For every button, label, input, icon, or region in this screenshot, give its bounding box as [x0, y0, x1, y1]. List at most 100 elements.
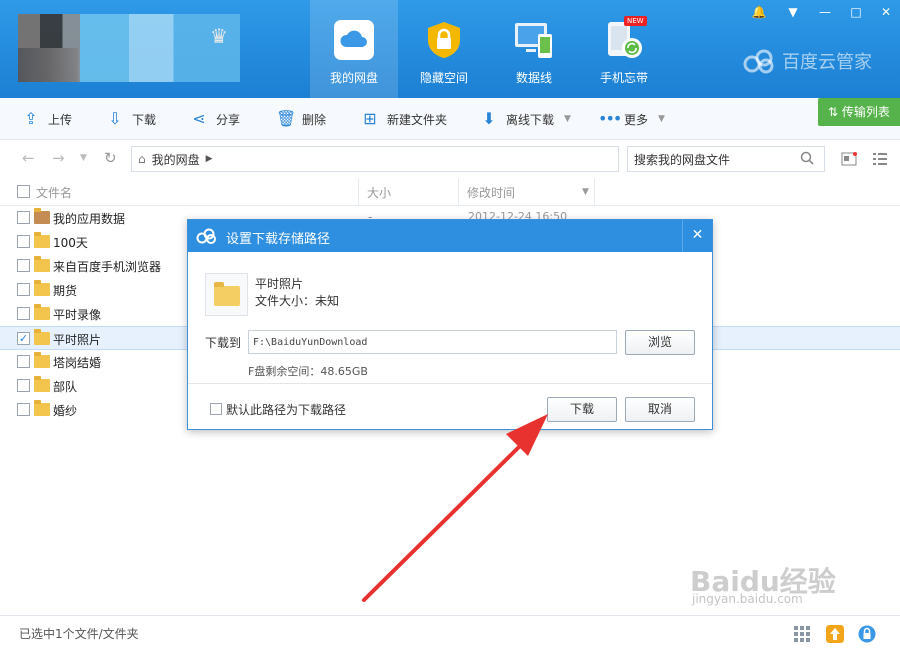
- file-name[interactable]: 期货: [53, 282, 77, 299]
- cancel-button[interactable]: 取消: [625, 397, 695, 422]
- default-path-checkbox[interactable]: [210, 403, 222, 415]
- file-name[interactable]: 婚纱: [53, 402, 77, 419]
- row-checkbox[interactable]: [17, 403, 30, 416]
- row-checkbox[interactable]: [17, 259, 30, 272]
- nav-phone-forgot[interactable]: NEW 手机忘带: [580, 0, 668, 98]
- select-all-checkbox[interactable]: [17, 185, 30, 198]
- breadcrumb-item[interactable]: 我的网盘: [152, 151, 200, 168]
- notification-bell-icon[interactable]: 🔔: [746, 2, 772, 22]
- close-window-icon[interactable]: ✕: [873, 2, 899, 22]
- column-size-header[interactable]: 大小: [367, 184, 391, 201]
- file-name[interactable]: 塔岗结婚: [53, 354, 101, 371]
- column-divider[interactable]: [458, 178, 459, 206]
- file-name[interactable]: 我的应用数据: [53, 210, 125, 227]
- selection-status: 已选中1个文件/文件夹: [19, 627, 139, 641]
- download-button[interactable]: ⇩ 下载: [106, 108, 156, 130]
- watermark-url: jingyan.baidu.com: [692, 592, 803, 606]
- nav-label: 数据线: [515, 71, 552, 85]
- refresh-icon[interactable]: ↻: [104, 149, 117, 167]
- row-checkbox[interactable]: [17, 211, 30, 224]
- folder-icon: [34, 352, 50, 368]
- row-checkbox[interactable]: [17, 235, 30, 248]
- status-bar: 已选中1个文件/文件夹: [0, 615, 900, 650]
- forward-arrow-icon[interactable]: →: [52, 149, 65, 167]
- cloud-icon: [334, 20, 374, 60]
- folder-icon: [34, 329, 50, 345]
- breadcrumb[interactable]: ⌂ 我的网盘 ▶: [131, 146, 619, 172]
- upload-label: 上传: [48, 112, 73, 127]
- transfer-list-button[interactable]: ⇅ 传输列表: [818, 98, 900, 126]
- new-folder-button[interactable]: ⊞ 新建文件夹: [361, 108, 447, 130]
- nav-label: 隐藏空间: [419, 71, 468, 85]
- folder-icon: [214, 282, 240, 306]
- delete-button[interactable]: 🗑 删除: [276, 108, 326, 130]
- upload-button[interactable]: ⇪ 上传: [22, 108, 72, 130]
- list-view-icon[interactable]: [872, 152, 888, 166]
- maximize-icon[interactable]: □: [843, 2, 869, 22]
- breadcrumb-chevron-icon: ▶: [205, 154, 213, 164]
- file-table-header: 文件名 大小 修改时间 ▼: [0, 178, 900, 206]
- file-name[interactable]: 来自百度手机浏览器: [53, 258, 161, 275]
- back-arrow-icon[interactable]: ←: [22, 149, 35, 167]
- more-button[interactable]: ••• 更多 ▼: [598, 108, 665, 130]
- search-input[interactable]: 搜索我的网盘文件: [627, 146, 825, 172]
- file-name[interactable]: 100天: [53, 234, 88, 251]
- grid-apps-icon[interactable]: [793, 625, 811, 643]
- dialog-title: 设置下载存储路径: [226, 232, 331, 247]
- column-modified-header[interactable]: 修改时间: [467, 184, 515, 201]
- upload-icon: ⇪: [24, 109, 38, 128]
- minimize-icon[interactable]: —: [812, 2, 838, 22]
- folder-icon: [34, 280, 50, 296]
- nav-my-disk[interactable]: 我的网盘: [310, 0, 398, 98]
- row-checkbox[interactable]: [17, 355, 30, 368]
- trash-icon: 🗑: [276, 109, 297, 128]
- offline-download-button[interactable]: ⬇ 离线下载 ▼: [480, 108, 571, 130]
- transfer-icon: ⇅: [828, 105, 842, 119]
- more-dots-icon: •••: [598, 109, 622, 128]
- offline-download-label: 离线下载: [506, 112, 555, 127]
- home-icon: ⌂: [138, 152, 146, 166]
- row-checkbox[interactable]: [17, 283, 30, 296]
- share-label: 分享: [216, 112, 241, 127]
- row-checkbox[interactable]: [17, 307, 30, 320]
- nav-hidden-space[interactable]: 隐藏空间: [400, 0, 488, 98]
- lock-status-icon[interactable]: [858, 625, 876, 643]
- file-name[interactable]: 部队: [53, 378, 77, 395]
- row-checkbox[interactable]: ✓: [17, 332, 30, 345]
- column-divider[interactable]: [594, 178, 595, 206]
- dialog-divider: [188, 383, 712, 384]
- folder-icon: [34, 304, 50, 320]
- file-name[interactable]: 平时照片: [53, 331, 101, 348]
- baidu-cloud-logo-icon: [196, 228, 216, 244]
- dialog-titlebar[interactable]: 设置下载存储路径 ✕: [188, 220, 712, 252]
- close-icon[interactable]: ✕: [682, 220, 712, 252]
- download-confirm-button[interactable]: 下载: [547, 397, 617, 422]
- nav-label: 手机忘带: [599, 71, 648, 85]
- lock-icon: [428, 22, 460, 58]
- thumbnail-view-icon[interactable]: [841, 152, 857, 166]
- menu-dropdown-icon[interactable]: ▼: [780, 2, 806, 22]
- history-dropdown-icon[interactable]: ▼: [80, 153, 87, 163]
- download-path-input[interactable]: [248, 330, 617, 354]
- folder-icon: [34, 400, 50, 416]
- default-path-label[interactable]: 默认此路径为下载路径: [226, 401, 346, 418]
- transfer-list-label: 传输列表: [841, 105, 890, 119]
- sort-chevron-down-icon[interactable]: ▼: [582, 187, 589, 197]
- new-folder-label: 新建文件夹: [387, 112, 448, 127]
- nav-data-cable[interactable]: 数据线: [490, 0, 578, 98]
- delete-label: 删除: [302, 112, 327, 127]
- user-avatar-blurred[interactable]: [18, 14, 240, 82]
- file-name[interactable]: 平时录像: [53, 306, 101, 323]
- browse-button[interactable]: 浏览: [625, 330, 695, 355]
- row-checkbox[interactable]: [17, 379, 30, 392]
- share-button[interactable]: ⋖ 分享: [190, 108, 240, 130]
- share-icon: ⋖: [192, 109, 206, 128]
- download-path-dialog: 设置下载存储路径 ✕ 平时照片 文件大小：未知 下载到 浏览 F盘剩余空间：48…: [187, 219, 713, 430]
- download-to-label: 下载到: [205, 336, 242, 350]
- search-icon[interactable]: [800, 151, 814, 165]
- column-divider[interactable]: [358, 178, 359, 206]
- new-folder-icon: ⊞: [363, 109, 377, 128]
- column-name-header[interactable]: 文件名: [36, 184, 72, 201]
- monitor-phone-icon: [515, 23, 552, 58]
- upload-arrow-icon[interactable]: [826, 625, 844, 643]
